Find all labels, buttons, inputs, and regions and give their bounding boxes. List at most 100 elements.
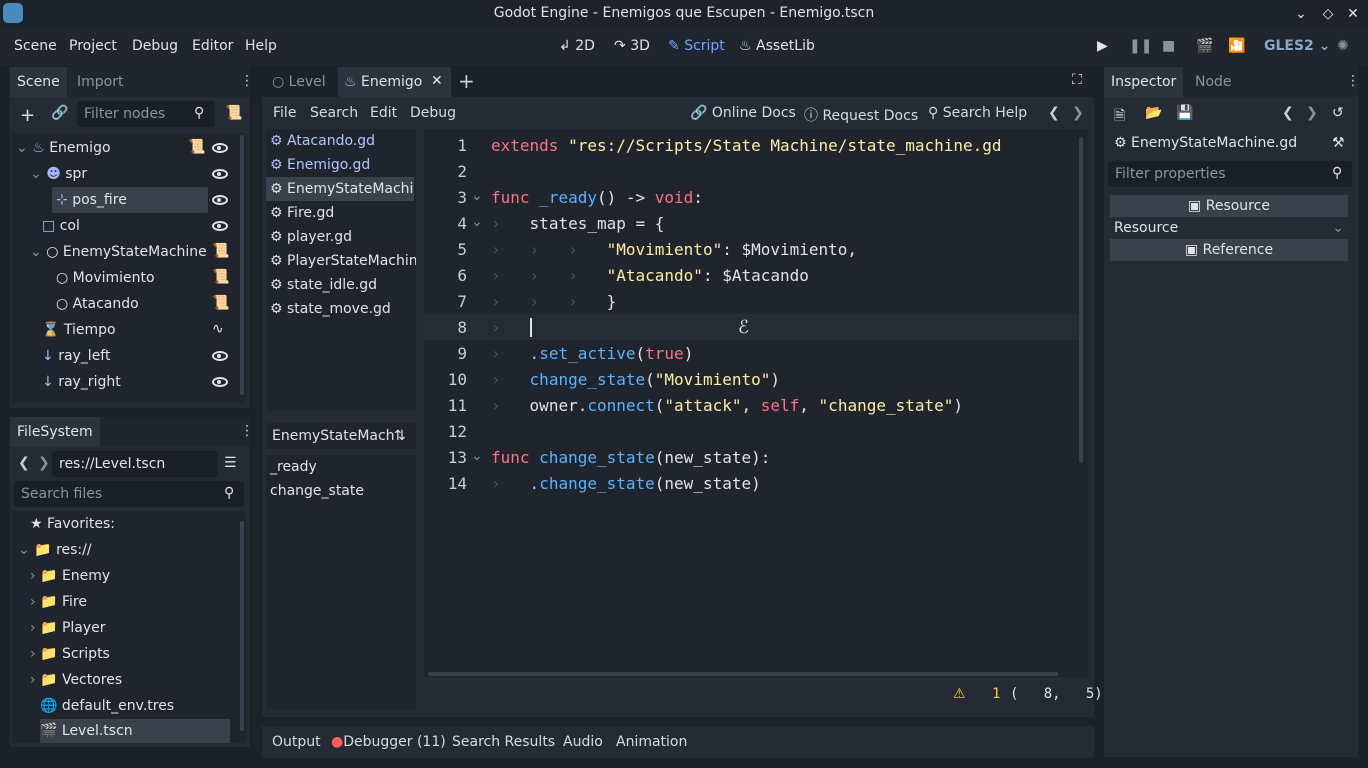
- tab-import[interactable]: Import: [70, 67, 130, 97]
- horizontal-scrollbar[interactable]: [428, 672, 1058, 676]
- object-tools-icon[interactable]: ⚒: [1332, 135, 1345, 151]
- tab-inspector[interactable]: Inspector: [1104, 67, 1184, 97]
- add-node-icon[interactable]: +: [20, 105, 35, 126]
- renderer-select[interactable]: GLES2 ⌄: [1264, 38, 1330, 54]
- sort-icon[interactable]: ⇅: [394, 428, 406, 444]
- tree-node-ray-right[interactable]: ↓ ray_right: [42, 369, 121, 395]
- tab-debugger[interactable]: ●Debugger (11): [331, 734, 446, 750]
- script-menu-edit[interactable]: Edit: [370, 105, 397, 121]
- online-docs-button[interactable]: 🔗 Online Docs: [690, 105, 796, 121]
- tab-audio[interactable]: Audio: [563, 734, 603, 750]
- history-back-icon[interactable]: ❮: [1048, 105, 1060, 121]
- tab-level[interactable]: ○ Level: [264, 67, 334, 97]
- script-item-player[interactable]: ⚙ player.gd: [270, 225, 352, 249]
- tab-animation[interactable]: Animation: [616, 734, 687, 750]
- back-icon[interactable]: ❮: [18, 455, 30, 471]
- reference-section-header[interactable]: ▣ Reference: [1110, 239, 1348, 261]
- workspace-assetlib-button[interactable]: ♨ AssetLib: [739, 38, 815, 54]
- history-icon[interactable]: ↺: [1332, 105, 1344, 121]
- file-level-tscn[interactable]: 🎬 Level.tscn: [40, 718, 133, 744]
- save-icon[interactable]: 💾: [1176, 105, 1193, 121]
- minimize-icon[interactable]: ⌄: [1291, 4, 1311, 24]
- signal-icon[interactable]: ∿: [212, 321, 224, 337]
- menu-editor[interactable]: Editor: [192, 38, 233, 54]
- script-item-fire[interactable]: ⚙ Fire.gd: [270, 201, 334, 225]
- play-custom-scene-icon[interactable]: 🎦: [1228, 38, 1245, 54]
- new-resource-icon[interactable]: 🗎: [1114, 105, 1125, 129]
- search-help-button[interactable]: ⚲ Search Help: [928, 105, 1027, 121]
- script-menu-file[interactable]: File: [273, 105, 296, 121]
- maximize-icon[interactable]: ◇: [1318, 4, 1338, 24]
- menu-scene[interactable]: Scene: [14, 38, 57, 54]
- dock-menu-icon[interactable]: ⋮: [1346, 73, 1360, 89]
- workspace-3d-button[interactable]: ↷ 3D: [614, 38, 650, 54]
- script-item-enemigo[interactable]: ⚙ Enemigo.gd: [270, 153, 370, 177]
- dock-menu-icon[interactable]: ⋮: [240, 73, 254, 89]
- history-forward-icon[interactable]: ❯: [1072, 105, 1084, 121]
- folder-scripts[interactable]: › 📁 Scripts: [30, 641, 110, 667]
- tree-node-tiempo[interactable]: ⌛ Tiempo: [42, 317, 116, 343]
- resource-section-header[interactable]: ▣ Resource: [1110, 195, 1348, 217]
- link-icon[interactable]: 🔗: [51, 105, 68, 121]
- folder-player[interactable]: › 📁 Player: [30, 615, 106, 641]
- close-tab-icon[interactable]: ✕: [431, 73, 443, 89]
- visibility-icon[interactable]: [212, 143, 228, 153]
- menu-project[interactable]: Project: [69, 38, 117, 54]
- path-field[interactable]: res://Level.tscn: [52, 451, 218, 477]
- warning-icon[interactable]: ⚠: [953, 686, 966, 702]
- tree-node-enemystatemachine[interactable]: ⌄ ○ EnemyStateMachine: [30, 239, 207, 265]
- tab-output[interactable]: Output: [272, 734, 321, 750]
- folder-res[interactable]: ⌄ 📁 res://: [18, 537, 92, 563]
- script-menu-debug[interactable]: Debug: [410, 105, 456, 121]
- back-icon[interactable]: ❮: [1282, 105, 1294, 121]
- folder-vectores[interactable]: › 📁 Vectores: [30, 667, 122, 693]
- tab-search-results[interactable]: Search Results: [452, 734, 555, 750]
- visibility-icon[interactable]: [212, 195, 228, 205]
- tree-node-atacando[interactable]: ○ Atacando: [56, 291, 139, 317]
- filter-properties-input[interactable]: Filter properties: [1108, 161, 1352, 187]
- pause-icon[interactable]: ❚❚: [1129, 38, 1152, 54]
- script-item-state-move[interactable]: ⚙ state_move.gd: [270, 297, 391, 321]
- method-ready[interactable]: _ready: [270, 455, 317, 479]
- visibility-icon[interactable]: [212, 377, 228, 387]
- tab-filesystem[interactable]: FileSystem: [10, 417, 100, 447]
- script-icon[interactable]: 📜: [188, 139, 205, 155]
- tab-scene[interactable]: Scene: [10, 67, 67, 97]
- fullscreen-icon[interactable]: ⛶: [1072, 72, 1082, 88]
- script-icon[interactable]: 📜: [212, 295, 229, 311]
- method-change-state[interactable]: change_state: [270, 479, 364, 503]
- tree-node-movimiento[interactable]: ○ Movimiento: [56, 265, 155, 291]
- script-item-enemystatemachine[interactable]: ⚙ EnemyStateMachin: [270, 177, 414, 201]
- request-docs-button[interactable]: ⓘ Request Docs: [804, 105, 918, 125]
- open-folder-icon[interactable]: 📂: [1145, 105, 1162, 121]
- vertical-scrollbar[interactable]: [1079, 137, 1083, 463]
- layout-toggle-icon[interactable]: ☰: [224, 455, 237, 471]
- stop-icon[interactable]: ■: [1162, 38, 1175, 54]
- tab-node[interactable]: Node: [1188, 67, 1239, 97]
- tree-node-pos-fire[interactable]: ⊹ pos_fire: [56, 187, 127, 213]
- favorites-item[interactable]: ★ Favorites:: [30, 511, 115, 537]
- play-scene-icon[interactable]: 🎬: [1196, 38, 1213, 54]
- tree-node-spr[interactable]: ⌄ ☻ spr: [30, 161, 87, 187]
- play-icon[interactable]: ▶: [1097, 38, 1108, 54]
- inspected-object[interactable]: ⚙ EnemyStateMachine.gd: [1114, 135, 1297, 151]
- tree-node-enemigo[interactable]: ⌄ ♨ Enemigo: [16, 135, 242, 161]
- resource-category[interactable]: Resource ⌄: [1110, 217, 1348, 239]
- folder-fire[interactable]: › 📁 Fire: [30, 589, 87, 615]
- forward-icon[interactable]: ❯: [38, 455, 50, 471]
- attach-script-icon[interactable]: 📜: [225, 105, 242, 121]
- script-icon[interactable]: 📜: [212, 269, 229, 285]
- script-item-playerstatemachine[interactable]: ⚙ PlayerStateMachine: [270, 249, 416, 273]
- fold-arrow-icon[interactable]: ⌄: [471, 188, 483, 204]
- fold-arrow-icon[interactable]: ⌄: [471, 448, 483, 464]
- folder-enemy[interactable]: › 📁 Enemy: [30, 563, 110, 589]
- scrollbar[interactable]: [240, 521, 244, 731]
- close-icon[interactable]: ✕: [1343, 4, 1363, 24]
- script-menu-search[interactable]: Search: [310, 105, 358, 121]
- tree-node-col[interactable]: □ col: [42, 213, 80, 239]
- workspace-2d-button[interactable]: ↲ 2D: [559, 38, 595, 54]
- visibility-icon[interactable]: [212, 221, 228, 231]
- visibility-icon[interactable]: [212, 351, 228, 361]
- fold-arrow-icon[interactable]: ⌄: [471, 214, 483, 230]
- workspace-script-button[interactable]: ✎ Script: [668, 38, 725, 54]
